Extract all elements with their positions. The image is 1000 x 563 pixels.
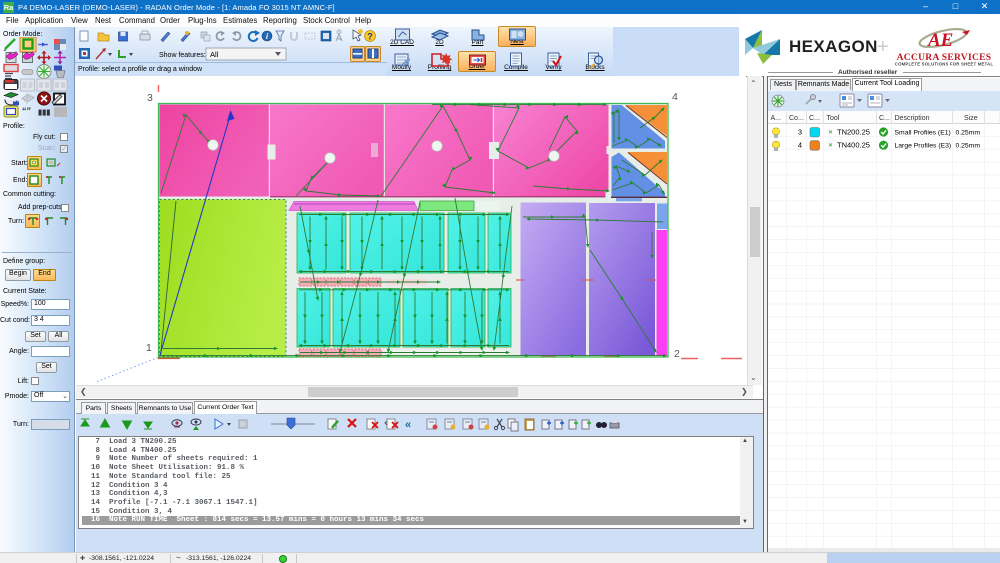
svg-text:“”: “”: [22, 106, 31, 116]
svg-text:Tool: Tool: [827, 115, 840, 122]
svg-text:✕: ✕: [828, 143, 833, 149]
svg-text:HEXAGON: HEXAGON: [789, 37, 878, 56]
svg-text:TN200.25: TN200.25: [837, 128, 870, 137]
svg-text:Co...: Co...: [789, 115, 804, 122]
svg-text:Large Profiles (E3): Large Profiles (E3): [895, 143, 952, 150]
svg-text:1: 1: [146, 342, 152, 354]
svg-text:All: All: [210, 50, 219, 59]
svg-text:✕: ✕: [828, 130, 833, 136]
svg-text:TN400.25: TN400.25: [837, 141, 870, 150]
svg-text:COMPLETE SOLUTIONS FOR SHEET M: COMPLETE SOLUTIONS FOR SHEET METAL: [895, 62, 994, 67]
svg-text:3: 3: [147, 92, 153, 104]
svg-text:0.25mm: 0.25mm: [955, 130, 980, 137]
svg-text:▮▮▮: ▮▮▮: [38, 108, 50, 117]
svg-text:3: 3: [798, 128, 802, 137]
svg-text:4: 4: [672, 91, 678, 103]
svg-text:Small Profiles (E1): Small Profiles (E1): [895, 130, 951, 137]
svg-text:Description: Description: [895, 115, 930, 122]
svg-text:C...: C...: [879, 115, 890, 122]
svg-text:AE: AE: [927, 30, 953, 51]
svg-text:Size: Size: [964, 115, 978, 122]
svg-text:Show features:: Show features:: [159, 52, 206, 59]
svg-text:A...: A...: [771, 115, 782, 122]
svg-text:«: «: [405, 419, 411, 431]
svg-text:+: +: [877, 36, 889, 58]
svg-text:2: 2: [674, 348, 680, 360]
svg-text:C...: C...: [809, 115, 820, 122]
svg-text:4: 4: [798, 141, 802, 150]
svg-text:0.25mm: 0.25mm: [955, 143, 980, 150]
svg-text:?: ?: [367, 32, 373, 42]
